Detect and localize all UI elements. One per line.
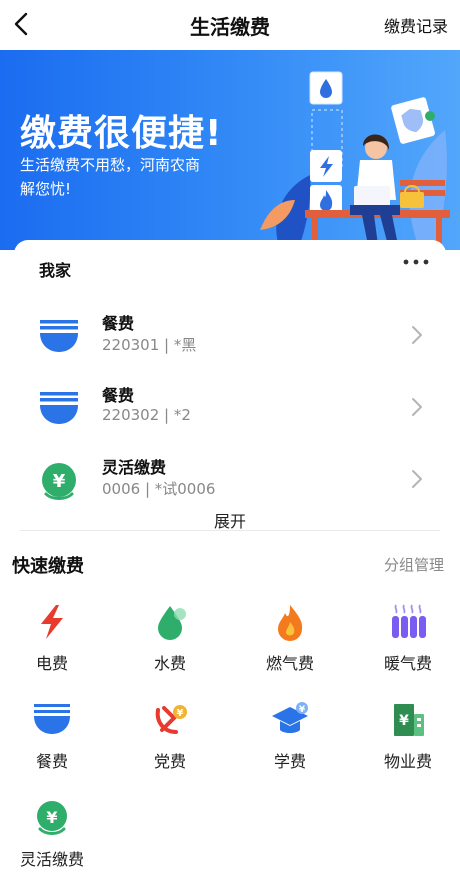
banner-illustration (260, 71, 450, 250)
lightning-icon (310, 150, 342, 182)
home-payment-card: 我家 餐费 220301 | *黑 餐费 220302 | *2 ¥ 灵活缴费 … (14, 240, 446, 532)
flexible-pay-icon: ¥ (42, 463, 76, 500)
property-fee-icon: ¥ (394, 704, 424, 736)
quick-pay-label: 党费 (153, 752, 186, 771)
banner-subtitle-line2: 解您忧! (20, 180, 72, 198)
quick-pay-flexible[interactable]: ¥ 灵活缴费 (2, 798, 102, 872)
svg-text:¥: ¥ (399, 713, 409, 729)
banner-headline: 缴费很便捷! (20, 113, 223, 154)
quick-pay-property[interactable]: ¥ 物业费 (358, 700, 458, 780)
quick-pay-label: 物业费 (383, 752, 432, 771)
list-item[interactable]: 餐费 220302 | *2 (14, 378, 446, 444)
bill-name: 餐费 (102, 386, 135, 405)
quick-pay-label: 学费 (273, 752, 306, 771)
heating-icon (392, 604, 426, 638)
electricity-icon (41, 605, 63, 639)
more-horizontal-icon[interactable] (398, 252, 434, 272)
chevron-right-icon (412, 398, 422, 416)
quick-pay-label: 燃气费 (265, 654, 314, 673)
quick-pay-gas[interactable]: 燃气费 (240, 602, 340, 682)
quick-pay-meal[interactable]: 餐费 (2, 700, 102, 780)
quick-pay-heating[interactable]: 暖气费 (358, 602, 458, 682)
top-bar: 生活缴费 缴费记录 (0, 0, 460, 50)
bowl-icon (40, 320, 78, 352)
quick-pay-label: 餐费 (35, 752, 68, 771)
quick-pay-tuition[interactable]: ¥ 学费 (240, 700, 340, 780)
bowl-icon (34, 704, 70, 734)
section-divider (20, 530, 440, 531)
bill-name: 灵活缴费 (102, 458, 167, 477)
bill-account: 0006 | *试0006 (102, 480, 216, 498)
bowl-icon (40, 392, 78, 424)
svg-text:¥: ¥ (46, 808, 57, 827)
quick-pay-label: 灵活缴费 (19, 850, 84, 869)
banner-subtitle-line1: 生活缴费不用愁，河南农商 (20, 156, 201, 174)
expand-button[interactable]: 展开 (14, 508, 446, 532)
flexible-pay-icon: ¥ (37, 801, 67, 835)
svg-text:¥: ¥ (177, 708, 184, 719)
promo-banner[interactable]: 缴费很便捷! 生活缴费不用愁，河南农商 解您忧! (0, 50, 460, 250)
quick-pay-title: 快速缴费 (12, 556, 84, 577)
water-icon (158, 606, 186, 640)
tuition-icon: ¥ (272, 702, 308, 733)
bill-account: 220301 | *黑 (102, 336, 197, 354)
quick-pay-label: 水费 (153, 654, 186, 673)
party-fee-icon: ¥ (155, 705, 187, 734)
home-group-title: 我家 (39, 261, 72, 280)
list-item[interactable]: 餐费 220301 | *黑 (14, 306, 446, 372)
gas-icon (278, 605, 303, 641)
svg-text:¥: ¥ (299, 705, 306, 715)
quick-pay-party-fee[interactable]: ¥ 党费 (120, 700, 220, 780)
chevron-right-icon (412, 470, 422, 488)
quick-pay-water[interactable]: 水费 (120, 602, 220, 682)
water-drop-icon (309, 71, 343, 105)
payment-records-link[interactable]: 缴费记录 (384, 13, 448, 37)
bill-name: 餐费 (102, 314, 135, 333)
group-manage-link[interactable]: 分组管理 (384, 554, 444, 575)
list-item[interactable]: ¥ 灵活缴费 0006 | *试0006 (14, 450, 446, 516)
quick-pay-label: 电费 (35, 654, 68, 673)
bill-account: 220302 | *2 (102, 406, 191, 424)
chevron-right-icon (412, 326, 422, 344)
svg-text:¥: ¥ (53, 471, 66, 492)
quick-pay-label: 暖气费 (383, 654, 432, 673)
quick-pay-electricity[interactable]: 电费 (2, 602, 102, 682)
